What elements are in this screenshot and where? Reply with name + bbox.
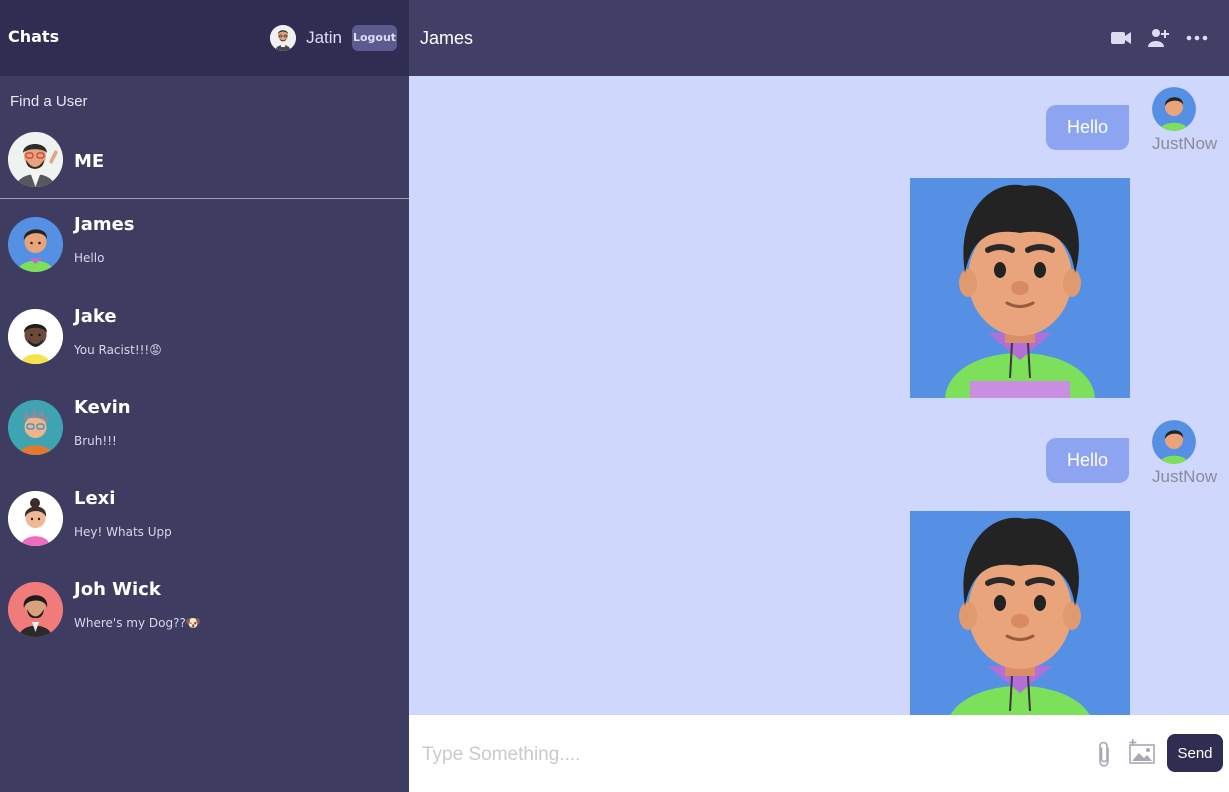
chat-actions <box>1109 26 1229 50</box>
avatar <box>1152 87 1196 131</box>
search-form <box>0 76 409 124</box>
avatar <box>8 491 63 546</box>
current-user: Jatin Logout <box>270 24 397 52</box>
chat-title: James <box>420 28 474 48</box>
message-time: JustNow <box>1152 134 1218 153</box>
avatar <box>1152 420 1196 464</box>
chat-panel: James JustNow Hello JustNow Hello Type S… <box>409 0 1229 792</box>
avatar <box>8 400 63 455</box>
send-button[interactable]: Send <box>1167 734 1223 772</box>
chat-last-message: Bruh!!! <box>74 434 117 448</box>
message-time: JustNow <box>1152 467 1218 486</box>
chat-name: Joh Wick <box>74 579 161 600</box>
message-image <box>910 511 1130 715</box>
sidebar-navbar: Chats Jatin Logout <box>0 0 409 76</box>
avatar <box>8 217 63 272</box>
attachment-icon[interactable] <box>1096 740 1112 768</box>
chat-item-james[interactable]: James Hello <box>0 199 409 289</box>
avatar <box>8 582 63 637</box>
add-user-icon[interactable] <box>1147 26 1171 50</box>
chat-last-message: Where's my Dog??🐶 <box>74 616 201 630</box>
chat-name: Jake <box>74 306 117 327</box>
chat-header: James <box>409 0 1229 76</box>
sidebar: Chats Jatin Logout Find a User ME James … <box>0 0 409 792</box>
chat-name: James <box>74 214 135 235</box>
username: Jatin <box>306 28 342 47</box>
chat-item-jake[interactable]: Jake You Racist!!!😡 <box>0 291 409 381</box>
avatar <box>8 309 63 364</box>
chat-app: Chats Jatin Logout Find a User ME James … <box>0 0 1229 792</box>
search-input[interactable] <box>10 90 390 112</box>
self-name: ME <box>74 151 105 172</box>
chat-item-kevin[interactable]: Kevin Bruh!!! <box>0 382 409 472</box>
messages-area: JustNow Hello JustNow Hello <box>409 76 1229 715</box>
avatar <box>8 132 63 187</box>
chat-last-message: Hello <box>74 251 105 265</box>
more-options-icon[interactable] <box>1185 26 1209 50</box>
chat-name: Lexi <box>74 488 116 509</box>
chat-last-message: Hey! Whats Upp <box>74 525 172 539</box>
message-input-bar: Send <box>409 715 1229 792</box>
self-chat-item[interactable]: ME <box>0 124 409 199</box>
chat-item-lexi[interactable]: Lexi Hey! Whats Upp <box>0 473 409 563</box>
chat-last-message: You Racist!!!😡 <box>74 343 162 357</box>
avatar <box>270 25 297 51</box>
app-logo: Chats <box>8 27 60 46</box>
video-camera-icon[interactable] <box>1109 26 1133 50</box>
chat-name: Kevin <box>74 397 131 418</box>
chat-item-joh-wick[interactable]: Joh Wick Where's my Dog??🐶 <box>0 564 409 654</box>
add-image-icon[interactable] <box>1127 739 1157 765</box>
message-input[interactable] <box>422 741 1062 769</box>
message-bubble: Hello <box>1046 438 1130 483</box>
logout-button[interactable]: Logout <box>352 25 397 51</box>
message-image <box>910 178 1130 398</box>
message-bubble: Hello <box>1046 105 1130 150</box>
